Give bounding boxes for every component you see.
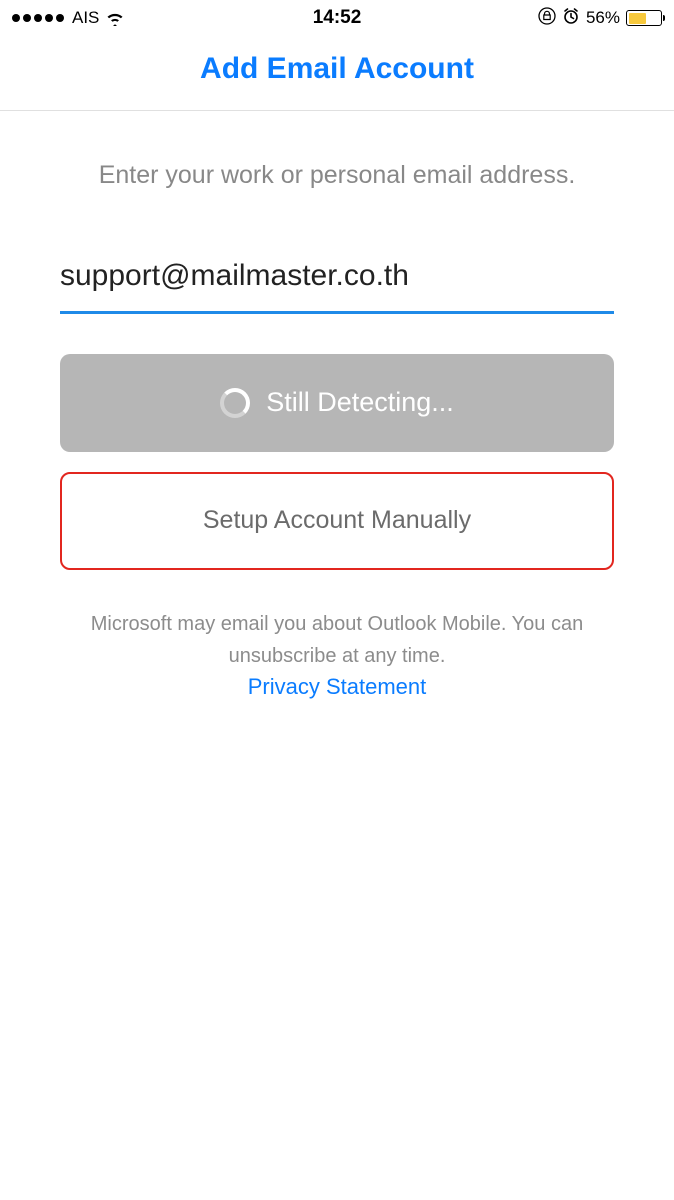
battery-icon <box>626 10 662 26</box>
manual-label: Setup Account Manually <box>203 506 471 535</box>
status-right: 56% <box>538 7 662 30</box>
status-left: AIS <box>12 8 125 28</box>
orientation-lock-icon <box>538 7 556 30</box>
signal-strength-icon <box>12 14 64 22</box>
status-bar: AIS 14:52 56% <box>0 0 674 36</box>
carrier-label: AIS <box>72 8 99 28</box>
privacy-statement-link[interactable]: Privacy Statement <box>60 674 614 700</box>
page-header: Add Email Account <box>0 36 674 111</box>
wifi-icon <box>105 11 125 26</box>
spinner-icon <box>220 388 250 418</box>
battery-percent: 56% <box>586 8 620 28</box>
alarm-icon <box>562 7 580 30</box>
detecting-label: Still Detecting... <box>266 387 454 418</box>
disclaimer-text: Microsoft may email you about Outlook Mo… <box>60 608 614 672</box>
page-title: Add Email Account <box>0 52 674 86</box>
still-detecting-button[interactable]: Still Detecting... <box>60 354 614 452</box>
clock: 14:52 <box>313 7 362 29</box>
email-field[interactable] <box>60 251 614 314</box>
instruction-text: Enter your work or personal email addres… <box>60 111 614 251</box>
main-content: Enter your work or personal email addres… <box>0 111 674 700</box>
setup-manually-button[interactable]: Setup Account Manually <box>60 472 614 570</box>
